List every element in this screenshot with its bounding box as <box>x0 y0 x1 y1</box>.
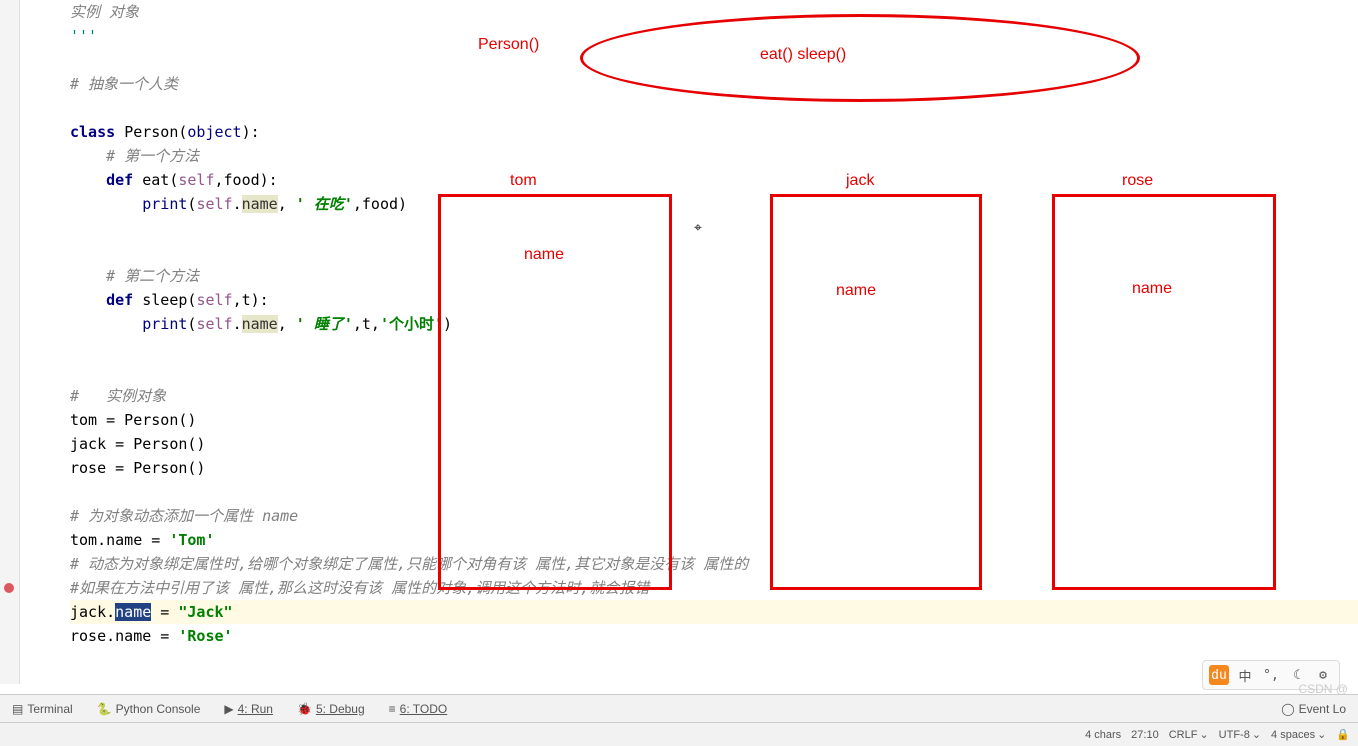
code-line[interactable]: # 抽象一个人类 <box>70 72 1358 96</box>
code-line[interactable]: def sleep(self,t): <box>70 288 1358 312</box>
terminal-icon: ▤ <box>12 702 23 716</box>
code-line[interactable]: 实例 对象 <box>70 0 1358 24</box>
chevron-down-icon: ⌄ <box>1317 728 1326 741</box>
status-eol[interactable]: CRLF⌄ <box>1169 728 1209 741</box>
status-lock-icon[interactable]: 🔒 <box>1336 728 1350 741</box>
log-icon: ◯ <box>1281 702 1294 716</box>
status-encoding[interactable]: UTF-8⌄ <box>1219 728 1261 741</box>
code-line[interactable]: def eat(self,food): <box>70 168 1358 192</box>
tab-run[interactable]: ▶4: Run <box>212 695 285 722</box>
bottom-tabs: ▤Terminal 🐍Python Console ▶4: Run 🐞5: De… <box>0 694 1358 722</box>
bug-icon: 🐞 <box>297 702 312 716</box>
code-line[interactable]: #如果在方法中引用了该 属性,那么这时没有该 属性的对象,调用这个方法时,就会报… <box>70 576 1358 600</box>
breakpoint-icon[interactable] <box>4 583 14 593</box>
code-area[interactable]: 实例 对象''' # 抽象一个人类 class Person(object): # … <box>70 0 1358 648</box>
code-line[interactable]: # 第二个方法 <box>70 264 1358 288</box>
code-line[interactable]: print(self.name, ' 睡了',t,'个小时') <box>70 312 1358 336</box>
code-line[interactable] <box>70 48 1358 72</box>
code-line[interactable] <box>70 96 1358 120</box>
chevron-down-icon: ⌄ <box>1252 728 1261 741</box>
code-line[interactable] <box>70 480 1358 504</box>
code-line[interactable] <box>70 216 1358 240</box>
code-line[interactable]: jack.name = "Jack" <box>70 600 1358 624</box>
tab-python-console[interactable]: 🐍Python Console <box>85 695 213 722</box>
code-line[interactable]: jack = Person() <box>70 432 1358 456</box>
code-line[interactable] <box>70 336 1358 360</box>
statusbar: 4 chars 27:10 CRLF⌄ UTF-8⌄ 4 spaces⌄ 🔒 <box>0 722 1358 746</box>
code-line[interactable]: rose = Person() <box>70 456 1358 480</box>
code-line[interactable]: # 第一个方法 <box>70 144 1358 168</box>
editor-surface[interactable]: 实例 对象''' # 抽象一个人类 class Person(object): # … <box>25 0 1358 684</box>
status-caret-pos[interactable]: 27:10 <box>1131 729 1159 741</box>
list-icon: ≡ <box>389 702 396 716</box>
play-icon: ▶ <box>224 702 233 716</box>
python-icon: 🐍 <box>97 702 112 716</box>
code-line[interactable]: # 动态为对象绑定属性时,给哪个对象绑定了属性,只能哪个对角有该 属性,其它对象… <box>70 552 1358 576</box>
tab-todo[interactable]: ≡6: TODO <box>377 695 460 722</box>
code-line[interactable]: # 为对象动态添加一个属性 name <box>70 504 1358 528</box>
code-line[interactable] <box>70 360 1358 384</box>
code-line[interactable]: tom.name = 'Tom' <box>70 528 1358 552</box>
tab-terminal[interactable]: ▤Terminal <box>0 695 85 722</box>
ime-lang-button[interactable]: 中 <box>1235 665 1255 685</box>
ime-punct-icon[interactable]: °, <box>1261 665 1281 685</box>
tab-event-log[interactable]: ◯Event Lo <box>1269 695 1358 722</box>
code-line[interactable]: tom = Person() <box>70 408 1358 432</box>
tab-debug[interactable]: 🐞5: Debug <box>285 695 377 722</box>
code-line[interactable]: class Person(object): <box>70 120 1358 144</box>
status-chars[interactable]: 4 chars <box>1085 729 1121 741</box>
code-line[interactable]: rose.name = 'Rose' <box>70 624 1358 648</box>
code-line[interactable]: # 实例对象 <box>70 384 1358 408</box>
chevron-down-icon: ⌄ <box>1199 728 1208 741</box>
code-line[interactable]: print(self.name, ' 在吃',food) <box>70 192 1358 216</box>
code-line[interactable]: ''' <box>70 24 1358 48</box>
editor-gutter <box>0 0 20 684</box>
ime-indicator-icon[interactable]: du <box>1209 665 1229 685</box>
status-indent[interactable]: 4 spaces⌄ <box>1271 728 1326 741</box>
code-line[interactable] <box>70 240 1358 264</box>
